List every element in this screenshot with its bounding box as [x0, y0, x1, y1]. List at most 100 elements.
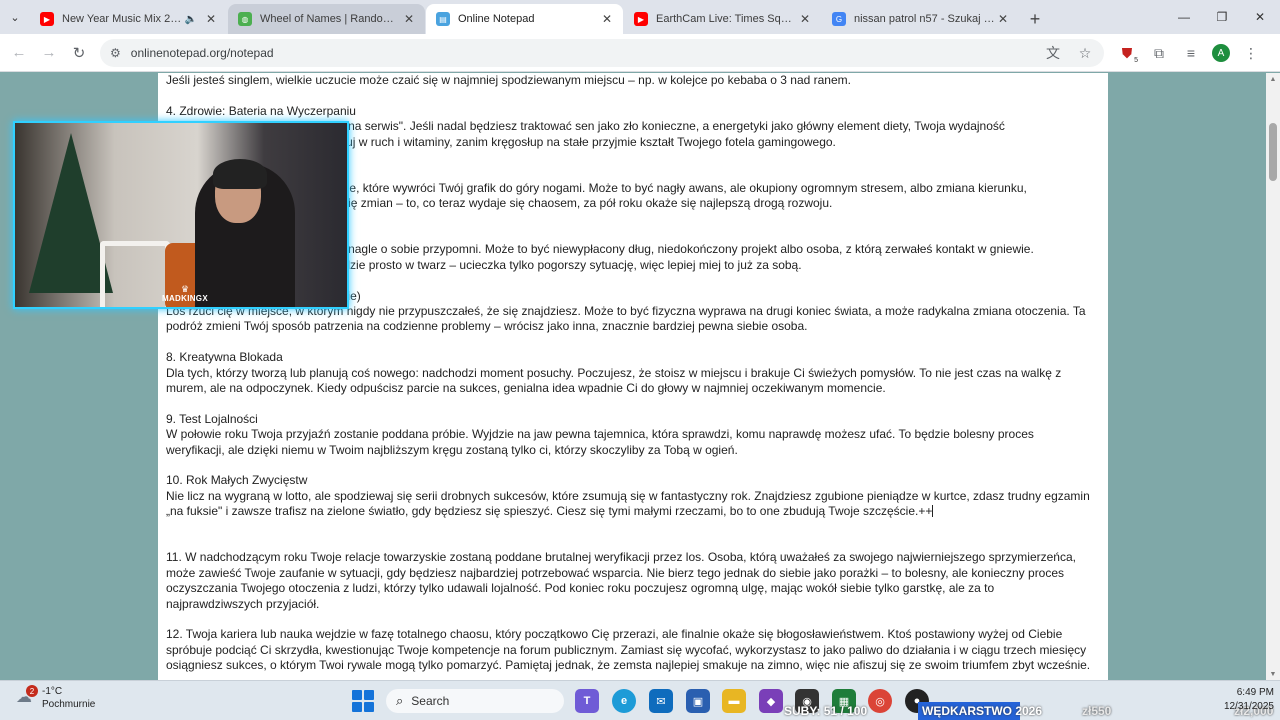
site-info-icon[interactable]: ⚙: [110, 46, 121, 60]
tab-close-icon[interactable]: ✕: [203, 12, 219, 26]
tab-close-icon[interactable]: ✕: [599, 12, 615, 26]
note-line-text: może zawieść Twoje zaufanie w sytuacji, …: [166, 565, 1065, 580]
note-line-text: 9. Test Lojalności: [166, 411, 258, 426]
note-line-text: osiągniesz sukces, o którym Twoi rywale …: [166, 658, 1091, 673]
note-line-text: W połowie roku Twoja przyjaźń zostanie p…: [166, 427, 1034, 442]
notepad-favicon-icon: ▤: [436, 12, 450, 26]
note-line: 4. Zdrowie: Bateria na Wyczerpaniu: [166, 104, 1100, 119]
note-line: najprawdziwszych przyjaciół.: [166, 597, 1100, 612]
app-icon-purple[interactable]: ◆: [759, 689, 783, 713]
scroll-up-arrow-icon[interactable]: ▲: [1266, 73, 1280, 85]
note-line: 9. Test Lojalności: [166, 412, 1100, 427]
streamer-hair-image: [213, 159, 267, 189]
toolbar-right: ⛊ 5 ⧉ ≡ A ⋮: [1116, 42, 1262, 64]
note-line: „na fuksie" i zawsze trafisz na zielone …: [166, 504, 1100, 519]
note-line-text: najprawdziwszych przyjaciół.: [166, 596, 320, 611]
tab-audio-speaker-icon[interactable]: 🔈: [185, 14, 197, 25]
note-line: 12. Twoja kariera lub nauka wejdzie w fa…: [166, 627, 1100, 642]
maximize-button[interactable]: ❐: [1202, 0, 1242, 34]
url-text: onlinenotepad.org/notepad: [130, 46, 274, 60]
extension-badge: 5: [1134, 57, 1138, 64]
webcam-overlay: ♛ MADKINGX: [13, 121, 349, 309]
reload-icon[interactable]: ↻: [64, 38, 94, 68]
note-line: Jeśli jesteś singlem, wielkie uczucie mo…: [166, 73, 1100, 88]
chrome-icon[interactable]: ◎: [868, 689, 892, 713]
new-tab-button[interactable]: +: [1020, 4, 1050, 34]
youtube-favicon-icon: ▶: [634, 12, 648, 26]
tab-close-icon[interactable]: ✕: [401, 12, 417, 26]
tab-4[interactable]: Gnissan patrol n57 - Szukaj w Google✕: [822, 4, 1019, 34]
weather-temp: -1°C: [42, 686, 63, 697]
edge-icon[interactable]: e: [612, 689, 636, 713]
note-line: Nie licz na wygraną w lotto, ale spodzie…: [166, 489, 1100, 504]
system-clock[interactable]: 6:49 PM 12/31/2025: [1210, 686, 1274, 714]
start-windows-icon[interactable]: [352, 690, 374, 712]
note-line-text: 10. Rok Małych Zwycięstw: [166, 473, 308, 488]
scroll-thumb[interactable]: [1269, 123, 1277, 181]
note-line-text: podróż zmieni Twój sposób patrzenia na c…: [166, 319, 808, 334]
webcam-label: MADKINGX: [162, 294, 208, 303]
text-caret: [932, 505, 934, 518]
tab-0[interactable]: ▶ New Year Music Mix 2026 ♫🔈 ✕: [30, 4, 227, 34]
store-icon[interactable]: ▣: [686, 689, 710, 713]
windows-taskbar: ☁ 2 -1°C Pochmurnie ⌕ Search T e ✉ ▣ ▬ ◆ …: [0, 680, 1280, 720]
note-line: oczyszczania Twojego otoczenia z ludzi, …: [166, 581, 1100, 596]
extension-shield-icon[interactable]: ⛊ 5: [1116, 42, 1138, 65]
note-line: 10. Rok Małych Zwycięstw: [166, 473, 1100, 488]
tab-3[interactable]: ▶ EarthCam Live: Times Square in 4K✕: [624, 4, 821, 34]
back-icon[interactable]: ←: [4, 38, 34, 68]
note-line-text: 12. Twoja kariera lub nauka wejdzie w fa…: [166, 627, 1063, 642]
note-line: spróbuje podciąć Ci skrzydła, kwestionuj…: [166, 643, 1100, 658]
note-line-text: Jeśli jesteś singlem, wielkie uczucie mo…: [166, 73, 851, 87]
crown-icon: ♛: [180, 284, 190, 294]
tab-close-icon[interactable]: ✕: [995, 12, 1011, 26]
taskbar-search-label: Search: [411, 694, 450, 708]
tab-search-chevron-icon[interactable]: ⌄: [0, 0, 30, 34]
weather-widget[interactable]: ☁ 2 -1°C Pochmurnie: [16, 685, 95, 711]
media-controls-icon[interactable]: ≡: [1180, 42, 1202, 64]
tab-title: nissan patrol n57 - Szukaj w Google: [854, 13, 995, 25]
cloud-icon: ☁ 2: [16, 685, 38, 709]
translate-icon[interactable]: 文: [1042, 42, 1064, 64]
note-line: 11. W nadchodzącym roku Twoje relacje to…: [166, 550, 1100, 565]
profile-avatar[interactable]: A: [1212, 44, 1230, 62]
wheel-favicon-icon: ◍: [238, 12, 252, 26]
page-scrollbar[interactable]: ▲ ▼: [1266, 73, 1280, 680]
forward-icon[interactable]: →: [34, 38, 64, 68]
note-line: Dla tych, którzy tworzą lub planują coś …: [166, 366, 1100, 381]
note-line: 8. Kreatywna Blokada: [166, 350, 1100, 365]
minimize-button[interactable]: —: [1164, 0, 1204, 34]
note-line: weryfikacji, ale dzięki niemu w Twoim na…: [166, 443, 1100, 458]
tab-title: EarthCam Live: Times Square in 4K: [656, 13, 797, 25]
overlay-amount-1: zł550: [1082, 704, 1112, 718]
teams-icon[interactable]: T: [575, 689, 599, 713]
tab-1[interactable]: ◍ Wheel of Names | Random name picker✕: [228, 4, 425, 34]
tab-title: New Year Music Mix 2026 ♫: [62, 13, 185, 25]
tab-close-icon[interactable]: ✕: [797, 12, 813, 26]
taskbar-search[interactable]: ⌕ Search: [386, 689, 564, 713]
note-line: murem, ale na odpoczynek. Kiedy odpuścis…: [166, 381, 1100, 396]
bookmark-star-icon[interactable]: ☆: [1074, 42, 1096, 64]
tab-2[interactable]: ▤ Online Notepad ✕: [426, 4, 623, 34]
note-line-text: weryfikacji, ale dzięki niemu w Twoim na…: [166, 442, 738, 457]
youtube-favicon-icon: ▶: [40, 12, 54, 26]
weather-badge: 2: [26, 685, 38, 697]
file-explorer-icon[interactable]: ▬: [722, 689, 746, 713]
note-line: W połowie roku Twoja przyjaźń zostanie p…: [166, 427, 1100, 442]
scroll-down-arrow-icon[interactable]: ▼: [1266, 668, 1280, 680]
mail-icon[interactable]: ✉: [649, 689, 673, 713]
address-bar[interactable]: ⚙ onlinenotepad.org/notepad 文 ☆: [100, 39, 1104, 67]
note-line-text: 11. W nadchodzącym roku Twoje relacje to…: [166, 550, 1076, 565]
close-window-button[interactable]: ✕: [1240, 0, 1280, 34]
note-line-text: „na fuksie" i zawsze trafisz na zielone …: [166, 504, 933, 519]
tabs-container: ▶ New Year Music Mix 2026 ♫🔈 ✕ ◍ Wheel of Na…: [30, 0, 1020, 34]
clock-date: 12/31/2025: [1223, 701, 1274, 712]
tab-strip: ⌄ ▶ New Year Music Mix 2026 ♫🔈 ✕ ◍ Wheel of …: [0, 0, 1280, 34]
extensions-puzzle-icon[interactable]: ⧉: [1148, 42, 1170, 64]
menu-kebab-icon[interactable]: ⋮: [1240, 42, 1262, 64]
blank-lines: [166, 520, 1100, 551]
